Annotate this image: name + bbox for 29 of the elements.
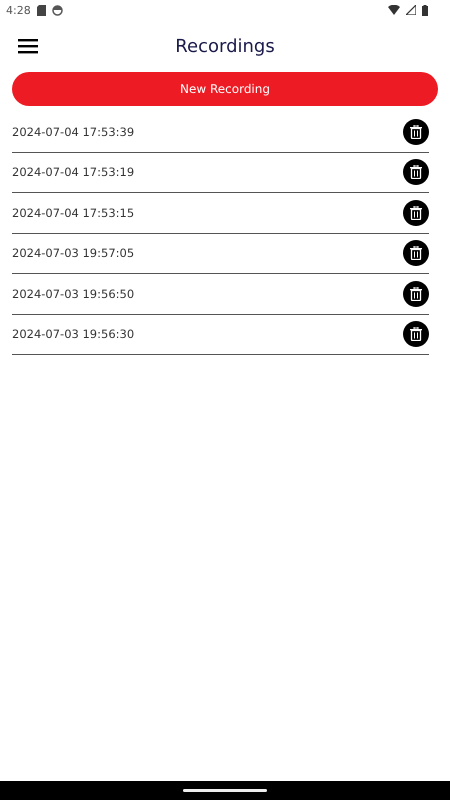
delete-button[interactable] (403, 240, 429, 266)
delete-button[interactable] (403, 200, 429, 226)
home-handle[interactable] (183, 789, 267, 792)
recording-item[interactable]: 2024-07-03 19:57:05 (12, 246, 134, 260)
trash-icon (410, 286, 422, 301)
recording-item[interactable]: 2024-07-04 17:53:39 (12, 124, 134, 139)
menu-icon (18, 38, 38, 54)
trash-icon (410, 327, 422, 342)
trash-icon (410, 165, 422, 180)
trash-icon (410, 246, 422, 260)
recording-item[interactable]: 2024-07-03 19:56:50 (12, 286, 134, 301)
status-time: 4:28 (6, 4, 31, 16)
battery-icon (422, 4, 428, 16)
wifi-icon (388, 5, 400, 15)
recording-item[interactable]: 2024-07-03 19:56:30 (12, 327, 134, 342)
recording-item[interactable]: 2024-07-04 17:53:19 (12, 165, 134, 180)
delete-button[interactable] (403, 280, 429, 307)
signal-icon (406, 5, 416, 15)
menu-button[interactable] (16, 36, 40, 56)
page-title: Recordings (175, 36, 275, 56)
delete-button[interactable] (403, 118, 429, 145)
trash-icon (410, 206, 422, 220)
new-recording-button[interactable]: New Recording (12, 72, 438, 106)
delete-button[interactable] (403, 321, 429, 348)
delete-button[interactable] (403, 159, 429, 186)
recording-item[interactable]: 2024-07-04 17:53:15 (12, 206, 134, 220)
sd-card-icon (36, 4, 46, 16)
trash-icon (410, 124, 422, 139)
circle-icon (52, 4, 63, 16)
